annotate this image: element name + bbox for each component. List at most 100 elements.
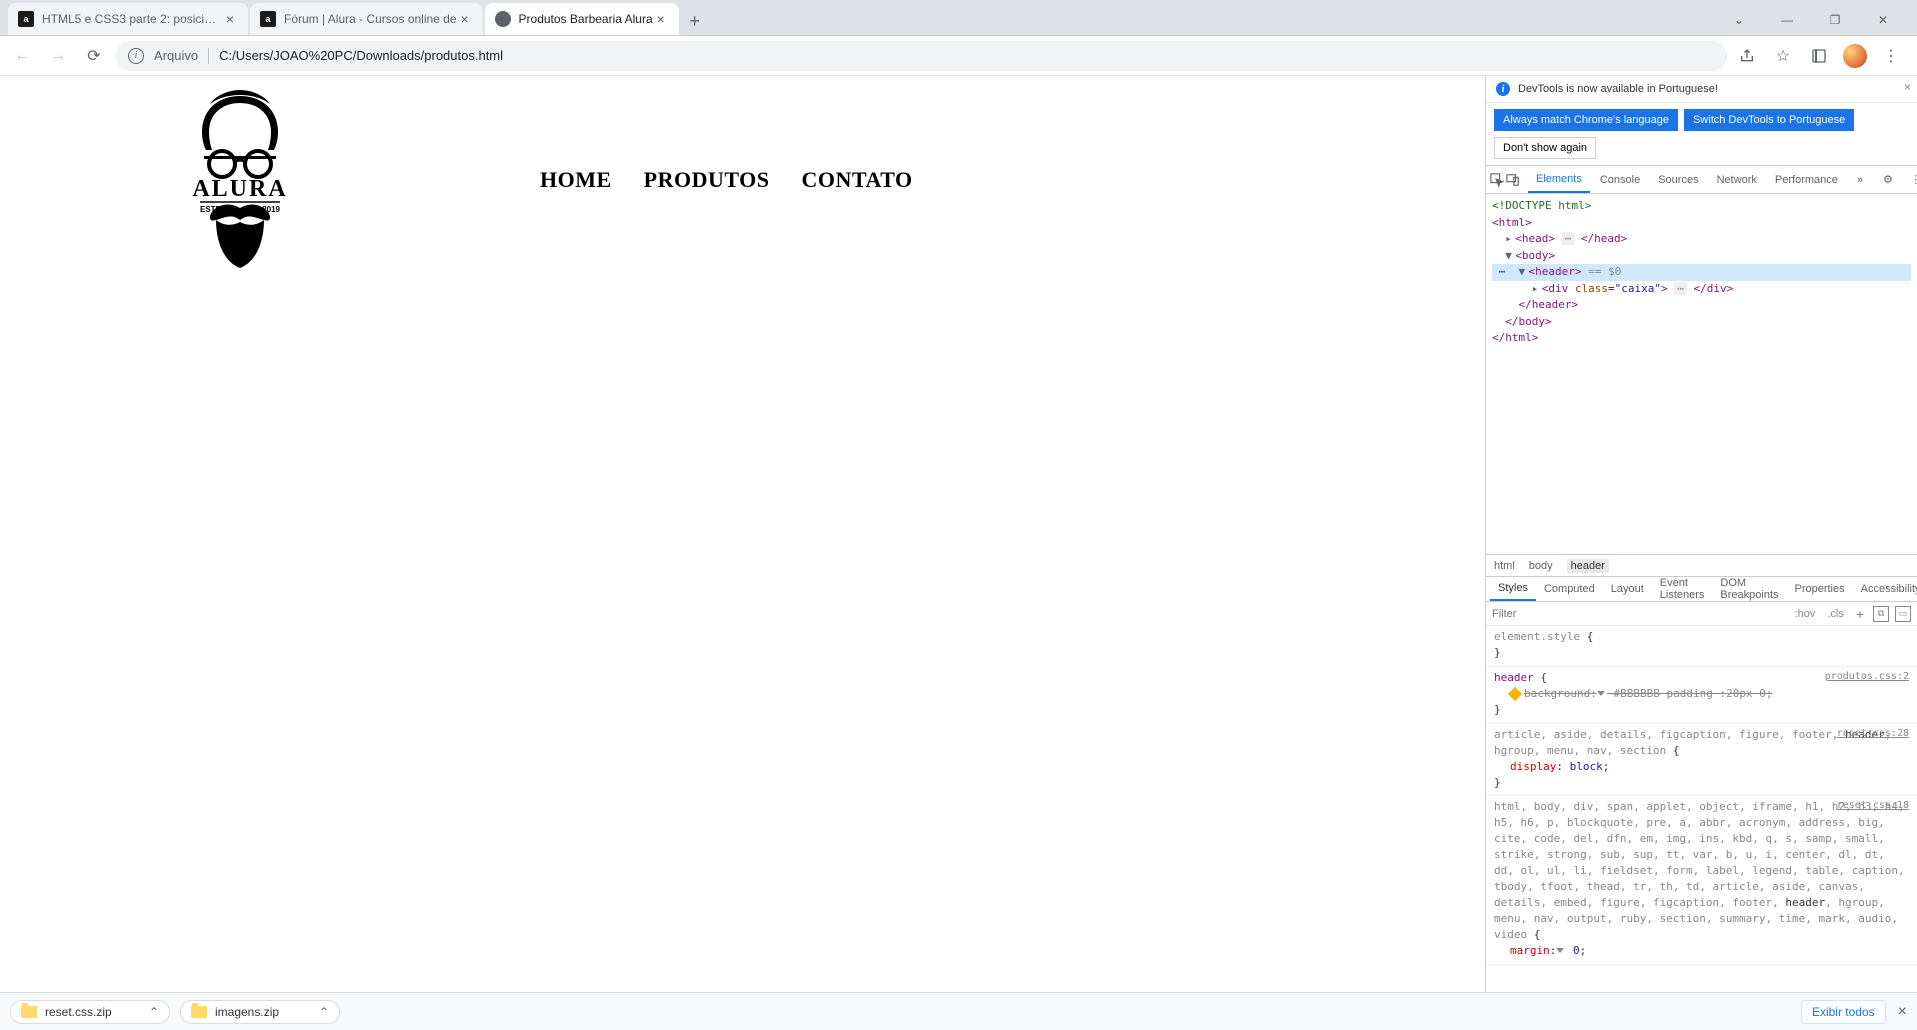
close-icon[interactable]: × [457,11,473,27]
download-filename: imagens.zip [215,1005,279,1019]
forward-button[interactable]: → [44,42,72,70]
switch-language-button[interactable]: Switch DevTools to Portuguese [1684,109,1854,131]
kebab-icon[interactable]: ⋮ [1904,168,1917,192]
close-shelf-icon[interactable]: × [1898,1003,1907,1021]
nav-link-home[interactable]: HOME [540,167,612,193]
menu-icon[interactable]: ⋮ [1879,44,1903,68]
folder-icon [191,1006,207,1018]
style-rule[interactable]: reset.css:18 html, body, div, span, appl… [1486,796,1917,964]
crumb-html[interactable]: html [1494,560,1515,572]
rule-source-link[interactable]: produtos.css:2 [1825,670,1909,685]
close-icon[interactable]: × [1904,80,1911,94]
nav-link-contato[interactable]: CONTATO [802,167,913,193]
styles-filter-input[interactable] [1492,608,1786,620]
browser-tab[interactable]: a Fórum | Alura - Cursos online de × [250,3,483,35]
browser-tab-active[interactable]: Produtos Barbearia Alura × [485,3,679,35]
crumb-body[interactable]: body [1529,560,1553,572]
folder-icon [21,1006,37,1018]
info-icon: i [1496,82,1510,96]
profile-avatar[interactable] [1843,44,1867,68]
cls-toggle[interactable]: .cls [1824,608,1847,620]
alura-favicon: a [260,11,276,27]
devtools-toolbar: Elements Console Sources Network Perform… [1486,166,1917,194]
subtab-properties[interactable]: Properties [1786,577,1852,601]
chevron-up-icon[interactable]: ⌃ [149,1005,159,1019]
downloads-shelf: reset.css.zip ⌃ imagens.zip ⌃ Exibir tod… [0,992,1917,1030]
bookmark-icon[interactable]: ☆ [1771,44,1795,68]
dom-line-selected[interactable]: ⋯ ▼<header> == $0 [1492,264,1911,281]
new-rule-icon[interactable]: + [1853,606,1867,622]
url-text: C:/Users/JOAO%20PC/Downloads/produtos.ht… [219,48,1715,63]
download-item[interactable]: imagens.zip ⌃ [180,1000,340,1024]
close-icon[interactable]: × [653,11,669,27]
inspect-icon[interactable] [1490,168,1504,192]
new-tab-button[interactable]: + [681,7,709,35]
rule-source-link[interactable]: reset.css:18 [1837,799,1909,814]
tab-console[interactable]: Console [1592,167,1648,193]
download-item[interactable]: reset.css.zip ⌃ [10,1000,170,1024]
info-icon[interactable]: i [128,48,144,64]
dom-line[interactable]: ▼<body> [1492,248,1911,265]
dom-line[interactable]: <!DOCTYPE html> [1492,198,1911,215]
styles-filter-bar: :hov .cls + ⧉ ▭ [1486,602,1917,626]
dom-line[interactable]: ▸<div class="caixa"> ⋯ </div> [1492,281,1911,298]
separator [208,48,209,64]
tab-sources[interactable]: Sources [1650,167,1706,193]
show-all-downloads-button[interactable]: Exibir todos [1801,1000,1886,1024]
web-page: ALURA ESTD 2019 HOME PRODUTOS CONTATO [0,76,1485,992]
tab-title: HTML5 e CSS3 parte 2: posiciona [42,12,222,26]
tab-network[interactable]: Network [1709,167,1765,193]
dom-line[interactable]: </html> [1492,330,1911,347]
computed-panel-icon[interactable]: ▭ [1895,606,1911,622]
dom-line[interactable]: </header> [1492,297,1911,314]
browser-tab[interactable]: a HTML5 e CSS3 parte 2: posiciona × [8,3,248,35]
subtab-layout[interactable]: Layout [1603,577,1652,601]
share-icon[interactable] [1735,44,1759,68]
device-toggle-icon[interactable] [1506,168,1520,192]
globe-favicon [495,11,511,27]
reload-button[interactable]: ⟳ [80,42,108,70]
download-filename: reset.css.zip [45,1005,112,1019]
address-bar: ← → ⟳ i Arquivo C:/Users/JOAO%20PC/Downl… [0,36,1917,76]
dom-line[interactable]: ▸<head> ⋯ </head> [1492,231,1911,248]
styles-pane[interactable]: element.style {} produtos.css:2 header {… [1486,626,1917,992]
subtab-computed[interactable]: Computed [1536,577,1603,601]
maximize-button[interactable]: ❐ [1813,5,1857,35]
nav-link-produtos[interactable]: PRODUTOS [644,167,770,193]
more-tabs-icon[interactable]: » [1848,168,1872,192]
infobar-message: DevTools is now available in Portuguese! [1518,83,1718,95]
omnibox[interactable]: i Arquivo C:/Users/JOAO%20PC/Downloads/p… [116,41,1727,71]
back-button[interactable]: ← [8,42,36,70]
minimize-button[interactable]: ― [1765,5,1809,35]
subtab-event-listeners[interactable]: Event Listeners [1652,577,1713,601]
main-nav: HOME PRODUTOS CONTATO [540,167,913,193]
hov-toggle[interactable]: :hov [1792,608,1819,620]
dom-line[interactable]: <html> [1492,215,1911,232]
close-icon[interactable]: × [222,11,238,27]
tab-title: Produtos Barbearia Alura [519,12,653,26]
style-rule[interactable]: element.style {} [1486,626,1917,667]
dom-line[interactable]: </body> [1492,314,1911,331]
subtab-dom-breakpoints[interactable]: DOM Breakpoints [1712,577,1786,601]
crumb-header[interactable]: header [1567,559,1609,573]
toggle-panel-icon[interactable]: ⧉ [1873,606,1889,622]
close-window-button[interactable]: ✕ [1861,5,1905,35]
warning-icon [1508,687,1522,701]
devtools-infobar: i DevTools is now available in Portugues… [1486,76,1917,103]
chevron-up-icon[interactable]: ⌃ [319,1005,329,1019]
style-rule[interactable]: produtos.css:2 header { background: #BBB… [1486,667,1917,724]
dont-show-again-button[interactable]: Don't show again [1494,137,1596,159]
rule-source-link[interactable]: reset.css:28 [1837,727,1909,742]
style-rule[interactable]: reset.css:28 article, aside, details, fi… [1486,724,1917,797]
devtools-panel: i DevTools is now available in Portugues… [1485,76,1917,992]
dom-tree[interactable]: <!DOCTYPE html> <html> ▸<head> ⋯ </head>… [1486,194,1917,554]
reader-icon[interactable] [1807,44,1831,68]
tab-performance[interactable]: Performance [1767,167,1846,193]
chevron-down-icon[interactable]: ⌄ [1717,5,1761,35]
gear-icon[interactable]: ⚙ [1876,168,1900,192]
subtab-styles[interactable]: Styles [1490,577,1536,601]
subtab-accessibility[interactable]: Accessibility [1853,577,1917,601]
url-label: Arquivo [154,48,198,63]
always-match-language-button[interactable]: Always match Chrome's language [1494,109,1678,131]
tab-elements[interactable]: Elements [1528,167,1590,193]
